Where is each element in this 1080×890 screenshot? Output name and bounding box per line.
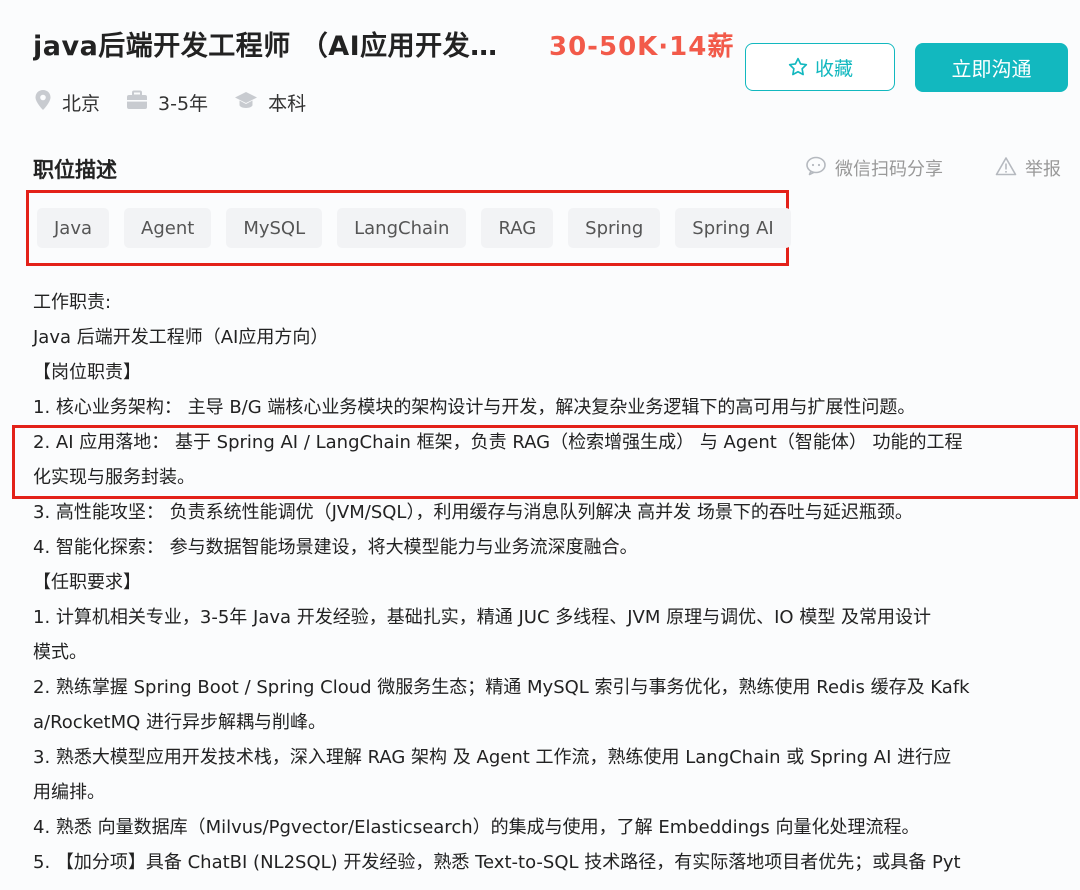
meta-experience: 3-5年 <box>126 89 208 116</box>
warning-icon <box>995 156 1025 181</box>
description-line: Java 后端开发工程师（AI应用方向） <box>33 327 329 348</box>
job-header: java后端开发工程师 （AI应用开发… 30-50K·14薪 收藏 立即沟通 … <box>0 0 1080 140</box>
tag-spring-ai[interactable]: Spring AI <box>675 208 791 248</box>
description-line: 4. 智能化探索： 参与数据智能场景建设，将大模型能力与业务流深度融合。 <box>33 537 638 558</box>
meta-education: 本科 <box>234 89 306 116</box>
location-icon <box>34 89 62 116</box>
salary-range: 30-50K·14薪 <box>549 32 735 62</box>
chat-now-button[interactable]: 立即沟通 <box>915 43 1068 92</box>
collect-button[interactable]: 收藏 <box>745 43 895 91</box>
education-label: 本科 <box>268 92 307 115</box>
report-link[interactable]: 举报 <box>995 155 1061 181</box>
description-line: 1. 计算机相关专业，3-5年 Java 开发经验，基础扎实，精通 JUC 多线… <box>33 607 932 628</box>
wechat-share-link[interactable]: 微信扫码分享 <box>805 155 943 181</box>
job-title: java后端开发工程师 （AI应用开发… <box>33 31 498 62</box>
report-label: 举报 <box>1025 159 1061 180</box>
job-meta: 北京 3-5年 本科 <box>34 88 332 116</box>
briefcase-icon <box>126 90 158 115</box>
description-highlight-box <box>12 425 1078 499</box>
star-icon <box>787 56 809 78</box>
skill-tags: Java Agent MySQL LangChain RAG Spring Sp… <box>37 208 791 248</box>
collect-label: 收藏 <box>814 57 853 80</box>
section-title: 职位描述 <box>33 158 117 182</box>
meta-city: 北京 <box>34 89 100 116</box>
wechat-icon <box>805 156 835 181</box>
description-line: 工作职责: <box>33 292 112 313</box>
description-line: a/RocketMQ 进行异步解耦与削峰。 <box>33 712 327 733</box>
description-line: 3. 高性能攻坚： 负责系统性能调优（JVM/SQL），利用缓存与消息队列解决 … <box>33 502 913 523</box>
description-line: 4. 熟悉 向量数据库（Milvus/Pgvector/Elasticsearc… <box>33 817 920 838</box>
tag-agent[interactable]: Agent <box>124 208 212 248</box>
description-line: 用编排。 <box>33 782 105 803</box>
description-line: 【岗位职责】 <box>33 362 141 383</box>
description-line: 3. 熟悉大模型应用开发技术栈，深入理解 RAG 架构 及 Agent 工作流，… <box>33 747 952 768</box>
job-description: 工作职责: Java 后端开发工程师（AI应用方向） 【岗位职责】 1. 核心业… <box>33 285 1073 880</box>
tag-langchain[interactable]: LangChain <box>337 208 467 248</box>
description-line: 2. 熟练掌握 Spring Boot / Spring Cloud 微服务生态… <box>33 677 970 698</box>
tag-spring[interactable]: Spring <box>568 208 661 248</box>
chat-now-label: 立即沟通 <box>951 57 1032 81</box>
tag-java[interactable]: Java <box>37 208 110 248</box>
experience-label: 3-5年 <box>158 92 209 115</box>
description-line: 【任职要求】 <box>33 572 141 593</box>
city-label: 北京 <box>62 92 101 115</box>
share-label: 微信扫码分享 <box>835 159 943 180</box>
description-line: 5. 【加分项】具备 ChatBI (NL2SQL) 开发经验，熟悉 Text-… <box>33 852 961 873</box>
graduation-cap-icon <box>234 90 268 115</box>
description-line: 模式。 <box>33 642 87 663</box>
tag-rag[interactable]: RAG <box>481 208 554 248</box>
tag-mysql[interactable]: MySQL <box>226 208 323 248</box>
description-line: 1. 核心业务架构： 主导 B/G 端核心业务模块的架构设计与开发，解决复杂业务… <box>33 397 916 418</box>
